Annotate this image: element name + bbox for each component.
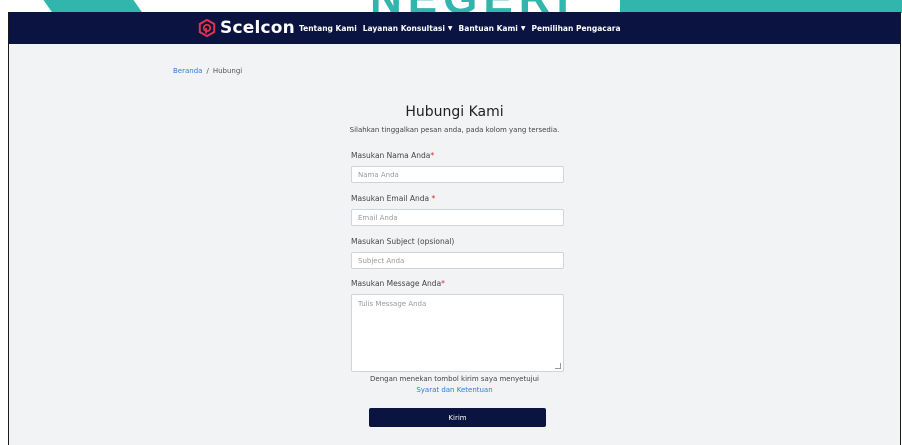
nav-item-pemilihan-pengacara[interactable]: Pemilihan Pengacara	[531, 24, 620, 33]
breadcrumb-separator: /	[206, 67, 209, 75]
breadcrumb-home-link[interactable]: Beranda	[173, 67, 202, 75]
breadcrumb: Beranda / Hubungi	[173, 67, 242, 75]
message-textarea[interactable]: Tulis Message Anda	[351, 294, 564, 372]
email-input[interactable]: Email Anda	[351, 209, 564, 226]
required-mark: *	[430, 151, 435, 160]
form-subtitle: Silahkan tinggalkan pesan anda, pada kol…	[349, 126, 560, 134]
consent-text: Dengan menekan tombol kirim saya menyetu…	[370, 375, 539, 383]
nav-item-tentang-kami[interactable]: Tentang Kami	[299, 24, 357, 33]
nav-item-label: Pemilihan Pengacara	[531, 23, 621, 33]
breadcrumb-current: Hubungi	[212, 67, 243, 75]
name-input[interactable]: Nama Anda	[351, 166, 564, 183]
brand-name: Scelcon	[220, 18, 295, 38]
subject-input[interactable]: Subject Anda	[351, 252, 564, 269]
caret-down-icon: ▼	[520, 24, 526, 32]
brand[interactable]: Scelcon	[198, 15, 295, 41]
subject-field-label: Masukan Subject (opsional)	[351, 237, 455, 246]
required-mark: *	[431, 194, 436, 203]
page-title: Hubungi Kami	[405, 104, 504, 120]
email-field-label: Masukan Email Anda *	[351, 194, 435, 203]
submit-button[interactable]: Kirim	[369, 408, 546, 427]
nav-item-layanan-konsultasi[interactable]: Layanan Konsultasi ▼	[363, 24, 453, 33]
label-text: Masukan Nama Anda	[351, 151, 431, 160]
nav-item-bantuan-kami[interactable]: Bantuan Kami ▼	[459, 24, 526, 33]
required-mark: *	[441, 279, 445, 288]
resize-grip-icon[interactable]	[555, 363, 561, 369]
nav-menu: Tentang Kami Layanan Konsultasi ▼ Bantua…	[299, 12, 621, 44]
nav-item-label: Layanan Konsultasi	[362, 23, 445, 33]
hexagon-logo-icon	[198, 19, 216, 37]
terms-link[interactable]: Syarat dan Ketentuan	[9, 386, 900, 394]
label-text: Masukan Email Anda	[351, 194, 432, 203]
message-placeholder: Tulis Message Anda	[358, 300, 427, 308]
caret-down-icon: ▼	[447, 24, 453, 32]
browser-viewport: Scelcon Tentang Kami Layanan Konsultasi …	[8, 12, 901, 445]
nav-item-label: Bantuan Kami	[458, 23, 518, 33]
label-text: Masukan Message Anda	[351, 279, 442, 288]
top-navbar: Scelcon Tentang Kami Layanan Konsultasi …	[9, 12, 900, 44]
name-field-label: Masukan Nama Anda*	[351, 151, 434, 160]
nav-item-label: Tentang Kami	[299, 23, 357, 33]
message-field-label: Masukan Message Anda*	[351, 279, 445, 288]
